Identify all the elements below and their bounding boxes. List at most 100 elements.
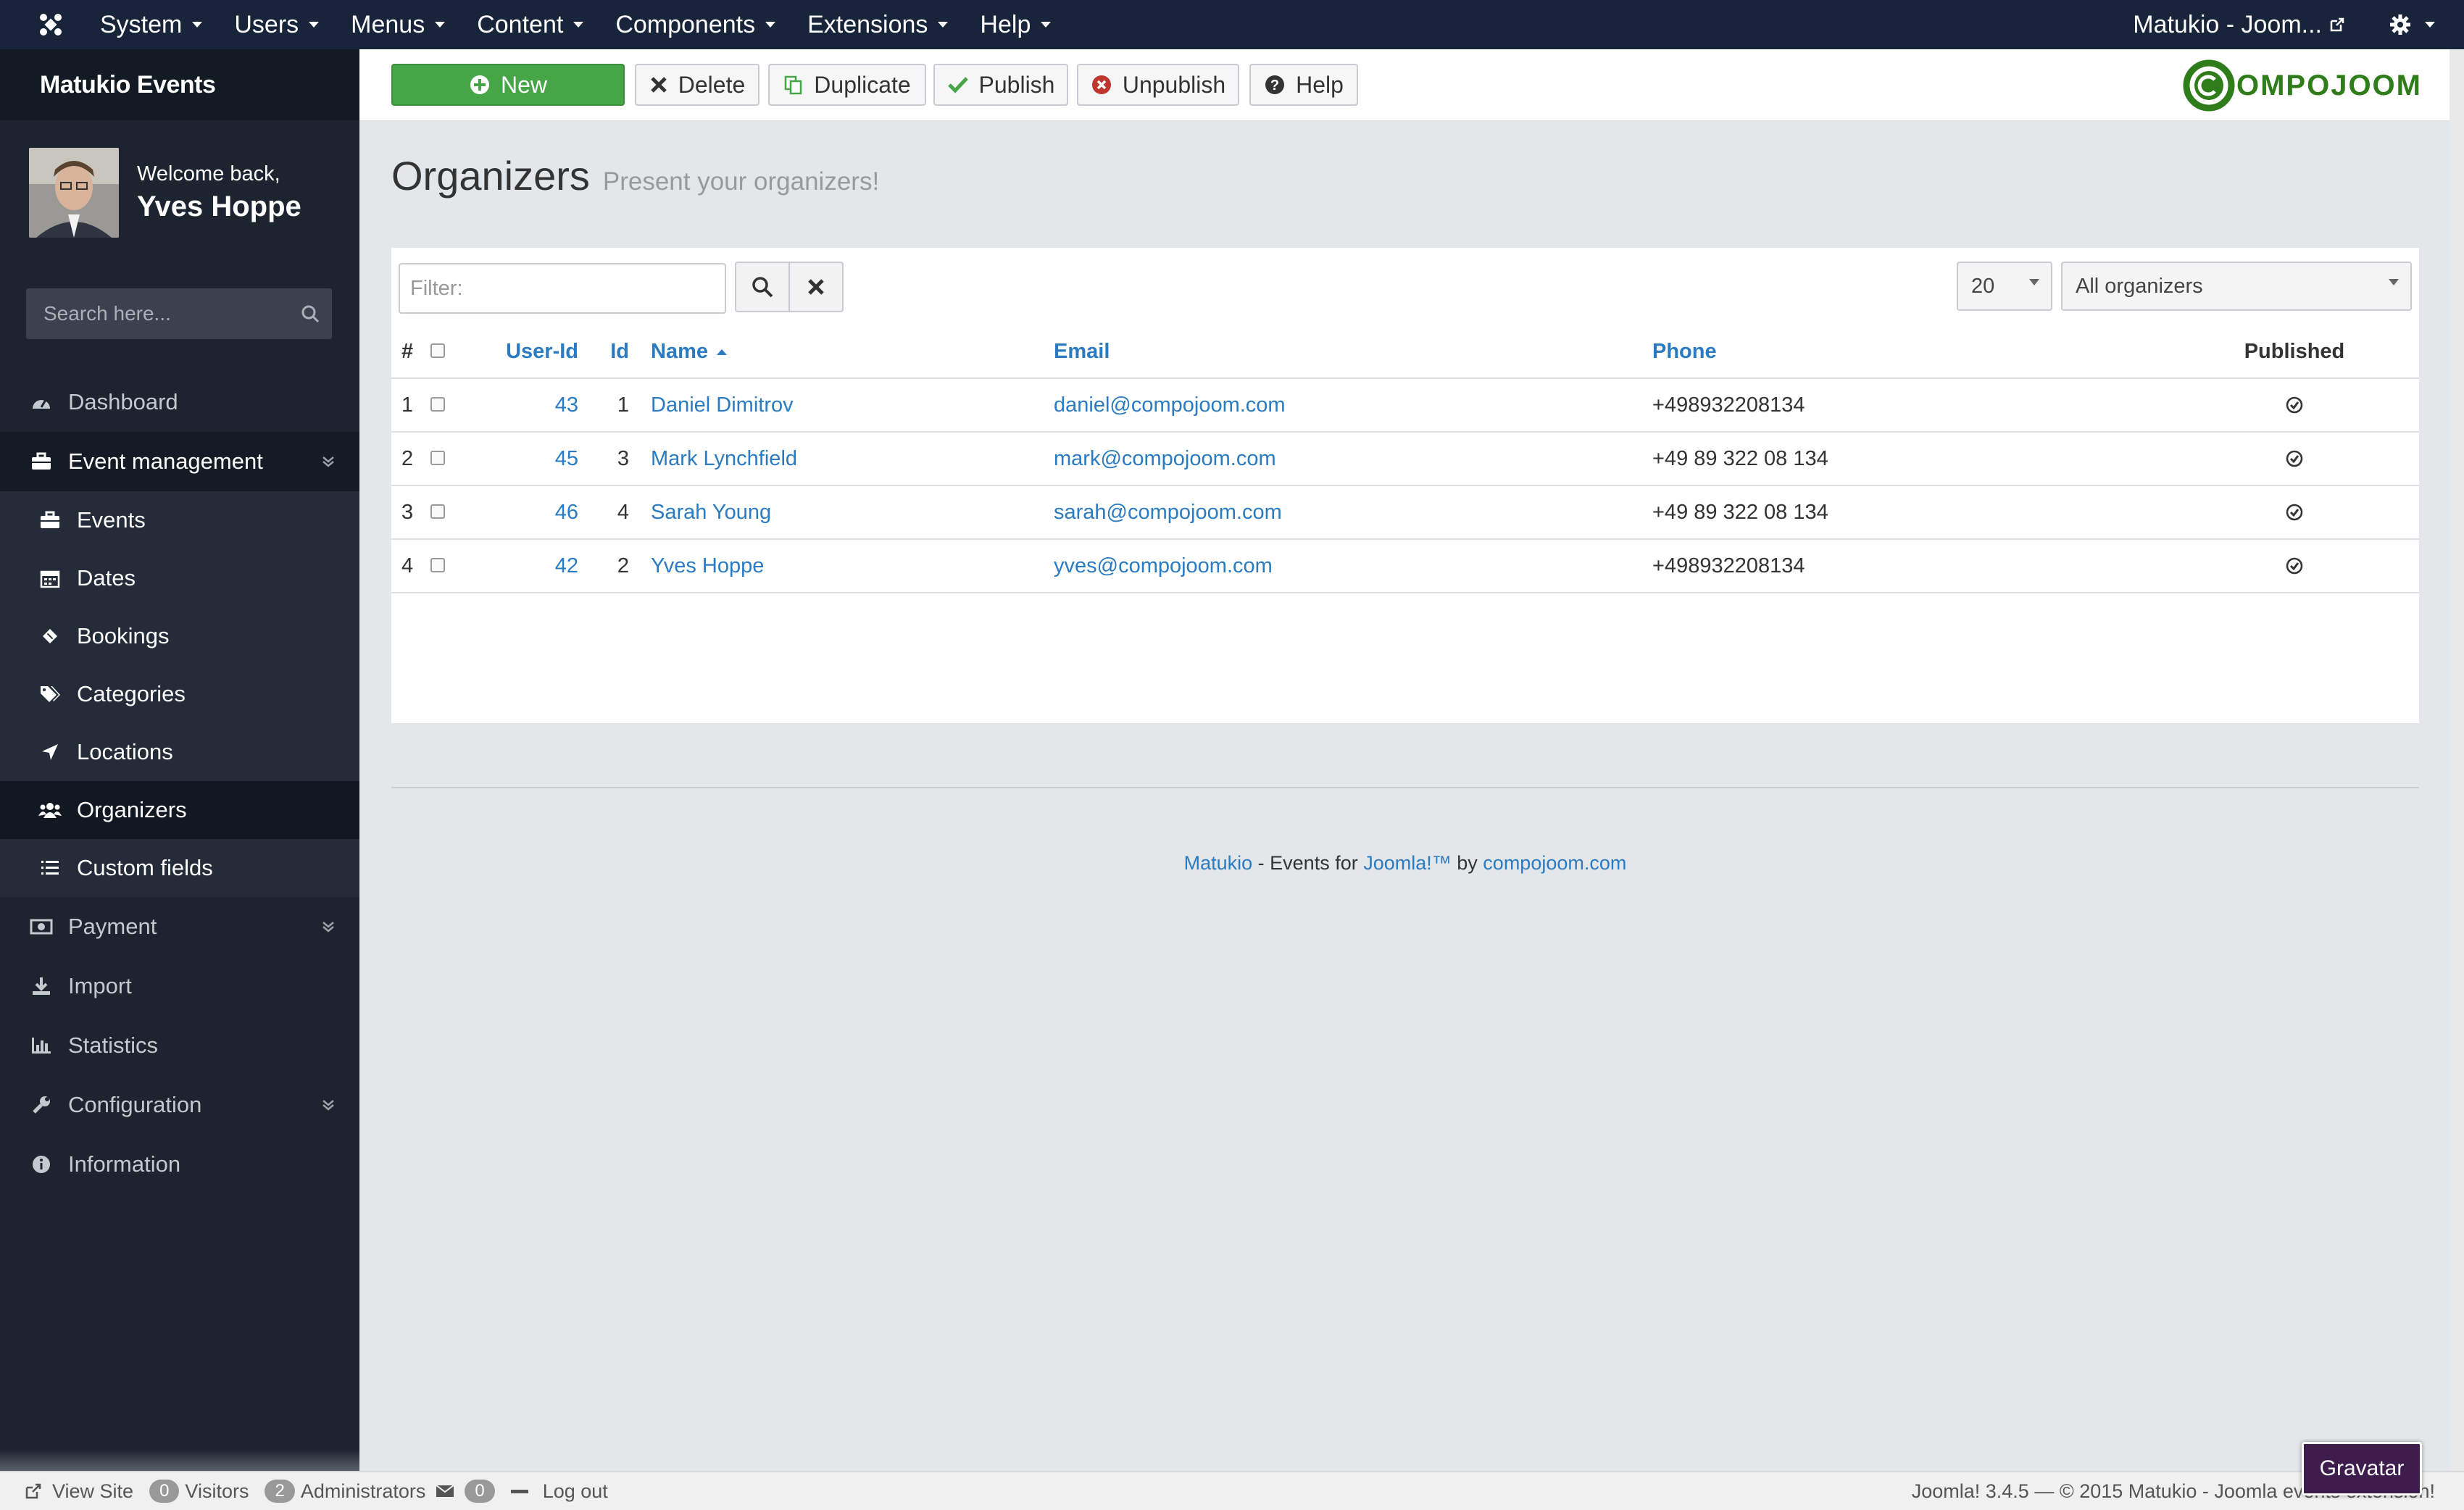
joomla-link[interactable]: Joomla!™ (1363, 852, 1452, 874)
compojoom-link[interactable]: compojoom.com (1483, 852, 1626, 874)
logout-label: Log out (542, 1480, 608, 1502)
organizer-scope-select[interactable]: All organizers (2061, 262, 2412, 311)
sidebar-item-information[interactable]: Information (0, 1135, 359, 1194)
minus-icon (510, 1490, 528, 1493)
caret-down-icon (309, 22, 320, 28)
joomla-logo-icon[interactable] (17, 0, 84, 49)
row-email[interactable]: sarah@compojoom.com (1054, 485, 1652, 540)
sidebar-item-events[interactable]: Events (0, 491, 359, 549)
menu-system[interactable]: System (84, 0, 218, 49)
page-title: Organizers (391, 153, 590, 199)
row-user-id[interactable]: 46 (470, 485, 578, 540)
col-header-phone[interactable]: Phone (1652, 325, 2170, 379)
sidebar-brand[interactable]: Matukio Events (0, 49, 359, 120)
new-button[interactable]: New (391, 64, 625, 106)
list-limit-value: 20 (1971, 274, 1995, 298)
published-check-icon[interactable] (2285, 503, 2304, 522)
row-name[interactable]: Mark Lynchfield (629, 432, 1054, 486)
menu-menus-label: Menus (351, 10, 425, 38)
dashboard-icon (29, 390, 54, 414)
row-id: 4 (578, 485, 629, 540)
visitors-status: 0 Visitors (143, 1480, 249, 1503)
logout-link[interactable]: Log out (510, 1480, 608, 1503)
published-check-icon[interactable] (2285, 449, 2304, 468)
search-button[interactable] (735, 262, 790, 312)
sidebar-item-categories[interactable]: Categories (0, 665, 359, 723)
sidebar-item-bookings[interactable]: Bookings (0, 607, 359, 665)
col-header-phone-label: Phone (1652, 339, 1717, 363)
row-num: 1 (391, 378, 430, 433)
select-all-checkbox[interactable] (430, 343, 445, 358)
filter-input[interactable]: Filter: (399, 263, 726, 314)
table-row: 2 45 3 Mark Lynchfield mark@compojoom.co… (391, 432, 2419, 486)
publish-button[interactable]: Publish (933, 64, 1068, 106)
sidebar-item-statistics[interactable]: Statistics (0, 1016, 359, 1075)
sidebar-item-payment[interactable]: Payment (0, 897, 359, 956)
row-email[interactable]: yves@compojoom.com (1054, 539, 1652, 593)
messages-status[interactable]: 0 (436, 1480, 500, 1503)
col-header-email[interactable]: Email (1054, 325, 1652, 379)
published-check-icon[interactable] (2285, 556, 2304, 575)
menu-content[interactable]: Content (461, 0, 599, 49)
row-checkbox[interactable] (430, 396, 445, 412)
list-limit-select[interactable]: 20 (1957, 262, 2052, 311)
site-link[interactable]: Matukio - Joom... (2133, 11, 2345, 39)
row-user-id[interactable]: 42 (470, 539, 578, 593)
menu-extensions-label: Extensions (807, 10, 928, 38)
menu-menus[interactable]: Menus (335, 0, 461, 49)
col-header-id[interactable]: Id (578, 325, 629, 379)
sidebar-item-custom-fields[interactable]: Custom fields (0, 839, 359, 897)
row-checkbox[interactable] (430, 557, 445, 572)
settings-menu[interactable] (2389, 13, 2435, 36)
site-name: Matukio - Joom... (2133, 10, 2322, 38)
row-email[interactable]: daniel@compojoom.com (1054, 378, 1652, 433)
menu-extensions[interactable]: Extensions (791, 0, 964, 49)
col-header-published: Published (2170, 325, 2419, 379)
row-user-id[interactable]: 43 (470, 378, 578, 433)
plus-circle-icon (469, 74, 491, 96)
sidebar-item-dates[interactable]: Dates (0, 549, 359, 607)
menu-help-label: Help (980, 10, 1031, 38)
search-icon[interactable] (288, 304, 332, 323)
menu-users[interactable]: Users (218, 0, 335, 49)
duplicate-button[interactable]: Duplicate (768, 64, 926, 106)
organizer-scope-value: All organizers (2076, 274, 2203, 298)
sidebar-item-locations[interactable]: Locations (0, 723, 359, 781)
matukio-link[interactable]: Matukio (1184, 852, 1253, 874)
sidebar-item-configuration[interactable]: Configuration (0, 1075, 359, 1135)
gravatar-button[interactable]: Gravatar (2302, 1442, 2422, 1496)
view-site-link[interactable]: View Site (25, 1480, 133, 1503)
row-checkbox[interactable] (430, 504, 445, 519)
sidebar-search-input[interactable]: Search here... (26, 288, 332, 339)
sidebar-bottom-shade (0, 1449, 359, 1471)
help-button[interactable]: ? Help (1249, 64, 1358, 106)
page-heading: Organizers Present your organizers! (391, 152, 879, 199)
row-user-id[interactable]: 45 (470, 432, 578, 486)
delete-button[interactable]: Delete (635, 64, 759, 106)
sidebar-item-label: Categories (77, 681, 186, 706)
col-header-name[interactable]: Name (629, 325, 1054, 379)
col-header-user-id[interactable]: User-Id (470, 325, 578, 379)
clear-filter-button[interactable] (788, 262, 844, 312)
row-name[interactable]: Yves Hoppe (629, 539, 1054, 593)
chevron-double-down-icon (322, 456, 335, 467)
page-scrollbar[interactable] (2450, 49, 2464, 1471)
user-box: Welcome back, Yves Hoppe (0, 120, 359, 238)
row-email[interactable]: mark@compojoom.com (1054, 432, 1652, 486)
menu-components[interactable]: Components (599, 0, 791, 49)
row-published-cell (2170, 432, 2419, 486)
row-name[interactable]: Daniel Dimitrov (629, 378, 1054, 433)
sidebar-item-label: Event management (68, 449, 263, 474)
external-link-icon (2330, 17, 2344, 32)
sidebar-item-label: Statistics (68, 1033, 159, 1058)
row-checkbox[interactable] (430, 450, 445, 465)
published-check-icon[interactable] (2285, 396, 2304, 414)
sidebar-item-organizers[interactable]: Organizers (0, 781, 359, 839)
unpublish-button[interactable]: Unpublish (1077, 64, 1239, 106)
menu-help[interactable]: Help (964, 0, 1067, 49)
sidebar-item-import[interactable]: Import (0, 956, 359, 1016)
sidebar-item-event-management[interactable]: Event management (0, 432, 359, 491)
sidebar-item-dashboard[interactable]: Dashboard (0, 372, 359, 432)
col-header-name-label: Name (651, 339, 708, 363)
row-name[interactable]: Sarah Young (629, 485, 1054, 540)
